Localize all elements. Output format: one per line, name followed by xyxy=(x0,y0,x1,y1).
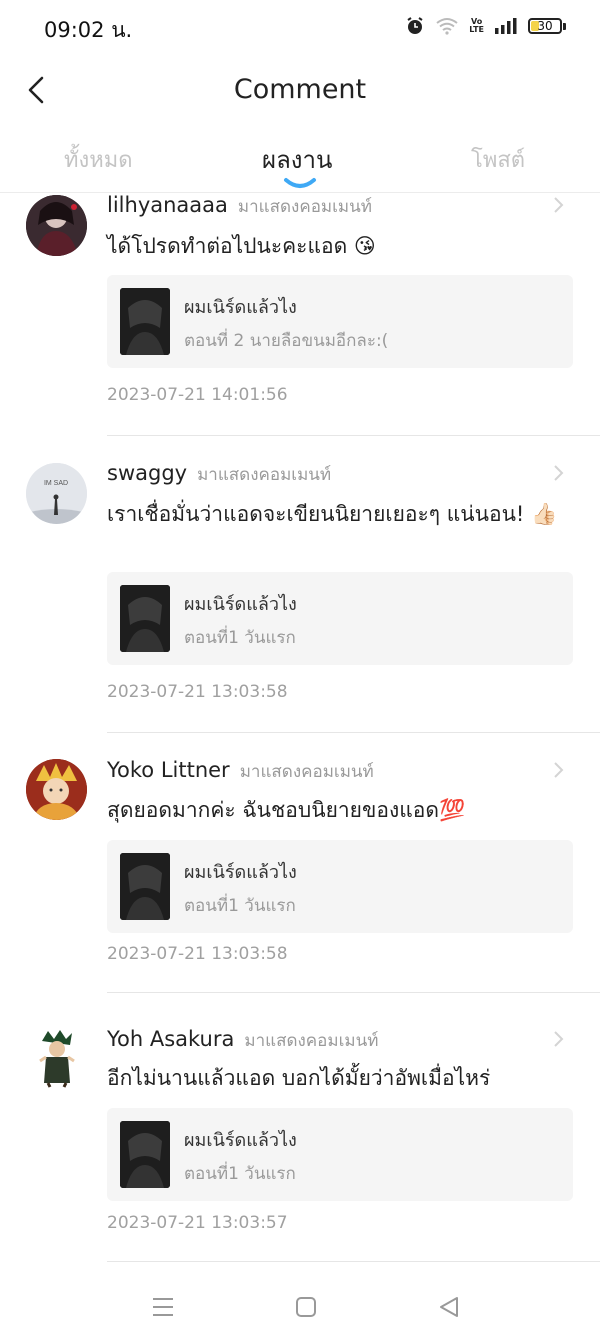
work-thumbnail xyxy=(120,585,170,652)
cover-image-icon xyxy=(120,585,170,652)
comment-text: สุดยอดมากค่ะ ฉันชอบนิยายของแอด💯 xyxy=(107,798,466,822)
comment-timestamp: 2023-07-21 13:03:57 xyxy=(107,1213,288,1233)
comment-timestamp: 2023-07-21 13:03:58 xyxy=(107,682,288,702)
alarm-icon xyxy=(407,17,423,34)
comment-text: ได้โปรดทำต่อไปนะคะแอด 😘 xyxy=(107,234,376,258)
divider xyxy=(107,732,600,733)
signal-icon xyxy=(495,18,517,34)
comment-text: อีกไม่นานแล้วแอด บอกได้มั้ยว่าอัพเมื่อไห… xyxy=(107,1066,491,1090)
battery-level: 30 xyxy=(537,19,553,33)
tab-works[interactable]: ผลงาน xyxy=(262,140,332,179)
divider xyxy=(107,435,600,436)
work-card[interactable]: ผมเนิร์ดแล้วไง ตอนที่1 วันแรก xyxy=(107,1108,573,1201)
menu-icon[interactable] xyxy=(151,1295,175,1319)
chevron-right-icon[interactable] xyxy=(552,1029,566,1049)
volte-icon: Vo LTE xyxy=(469,17,484,34)
avatar[interactable] xyxy=(26,759,87,820)
comment-tag: มาแสดงคอมเมนท์ xyxy=(197,465,332,485)
avatar-image-icon xyxy=(26,759,87,820)
comment-tag: มาแสดงคอมเมนท์ xyxy=(239,762,374,782)
comment-timestamp: 2023-07-21 14:01:56 xyxy=(107,385,288,405)
comment-tag: มาแสดงคอมเมนท์ xyxy=(244,1031,379,1051)
header: Comment xyxy=(0,62,600,122)
cover-image-icon xyxy=(120,853,170,920)
avatar[interactable] xyxy=(26,195,87,256)
comment-timestamp: 2023-07-21 13:03:58 xyxy=(107,944,288,964)
work-card[interactable]: ผมเนิร์ดแล้วไง ตอนที่ 2 นายลือขนมอีกละ:( xyxy=(107,275,573,368)
tab-posts[interactable]: โพสต์ xyxy=(471,142,525,177)
chevron-right-icon[interactable] xyxy=(552,760,566,780)
work-title: ผมเนิร์ดแล้วไง xyxy=(184,862,297,883)
active-tab-indicator xyxy=(284,178,316,188)
chevron-right-icon[interactable] xyxy=(552,463,566,483)
chevron-right-icon[interactable] xyxy=(552,195,566,215)
work-title: ผมเนิร์ดแล้วไง xyxy=(184,594,297,615)
avatar[interactable] xyxy=(26,1027,87,1088)
work-card[interactable]: ผมเนิร์ดแล้วไง ตอนที่1 วันแรก xyxy=(107,840,573,933)
work-title: ผมเนิร์ดแล้วไง xyxy=(184,297,297,318)
work-episode: ตอนที่1 วันแรก xyxy=(184,896,296,916)
cover-image-icon xyxy=(120,1121,170,1188)
comment-text: เราเชื่อมั่นว่าแอดจะเขียนนิยายเยอะๆ แน่น… xyxy=(107,502,558,526)
avatar-image-icon xyxy=(26,1027,87,1088)
work-episode: ตอนที่1 วันแรก xyxy=(184,1164,296,1184)
cover-image-icon xyxy=(120,288,170,355)
home-square-icon[interactable] xyxy=(294,1295,318,1319)
work-thumbnail xyxy=(120,288,170,355)
tab-all[interactable]: ทั้งหมด xyxy=(64,142,133,177)
avatar-image-icon: IM SAD xyxy=(26,463,87,524)
work-episode: ตอนที่ 2 นายลือขนมอีกละ:( xyxy=(184,331,389,351)
username[interactable]: lilhyanaaaa xyxy=(107,193,228,217)
wifi-icon xyxy=(436,18,458,35)
status-bar: 09:02 น. Vo LTE 30 xyxy=(0,0,600,54)
system-nav-bar xyxy=(0,1273,600,1343)
page-title: Comment xyxy=(233,74,367,105)
work-thumbnail xyxy=(120,1121,170,1188)
divider xyxy=(107,1261,600,1262)
work-card[interactable]: ผมเนิร์ดแล้วไง ตอนที่1 วันแรก xyxy=(107,572,573,665)
comment-tag: มาแสดงคอมเมนท์ xyxy=(237,197,372,217)
divider xyxy=(107,992,600,993)
username[interactable]: Yoko Littner xyxy=(107,758,230,782)
tab-bar: ทั้งหมด ผลงาน โพสต์ xyxy=(0,140,600,193)
work-thumbnail xyxy=(120,853,170,920)
status-icons: Vo LTE 30 xyxy=(405,16,566,36)
back-triangle-icon[interactable] xyxy=(437,1295,461,1319)
username[interactable]: Yoh Asakura xyxy=(107,1027,234,1051)
battery-icon: 30 xyxy=(528,18,566,34)
avatar-caption: IM SAD xyxy=(44,480,68,487)
avatar-image-icon xyxy=(26,195,87,256)
avatar[interactable]: IM SAD xyxy=(26,463,87,524)
status-time: 09:02 น. xyxy=(44,18,133,42)
work-title: ผมเนิร์ดแล้วไง xyxy=(184,1130,297,1151)
username[interactable]: swaggy xyxy=(107,461,187,485)
work-episode: ตอนที่1 วันแรก xyxy=(184,628,296,648)
